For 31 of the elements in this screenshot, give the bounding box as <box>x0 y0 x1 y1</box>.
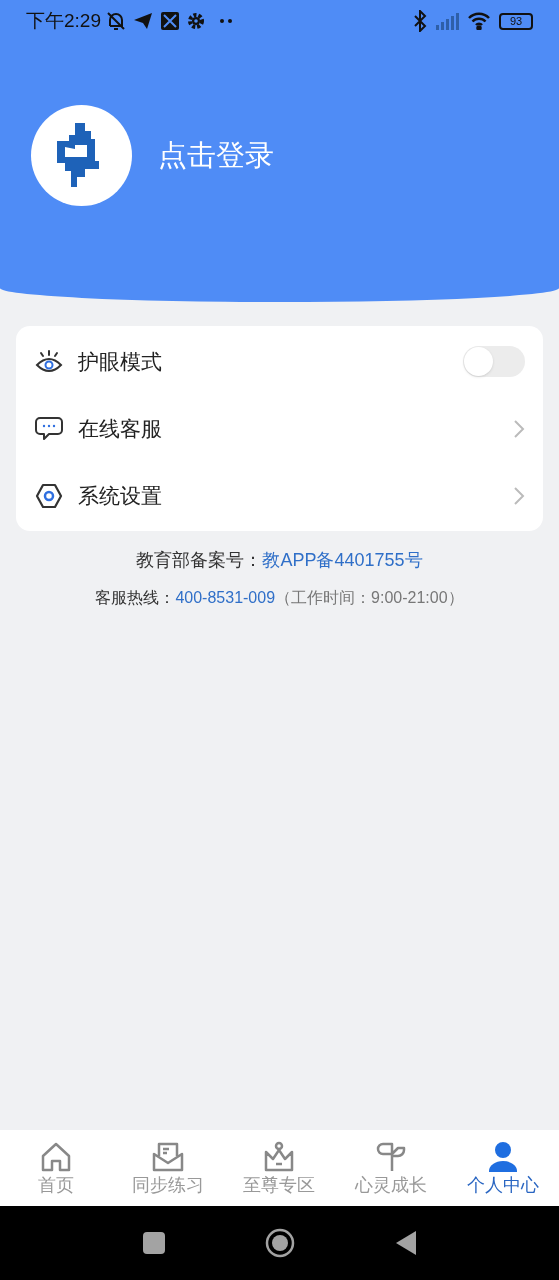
tab-item[interactable]: 同步练习 <box>111 1130 224 1206</box>
footer-link[interactable]: 教APP备4401755号 <box>262 547 423 574</box>
footer-link[interactable]: 400-8531-009 <box>175 586 276 610</box>
menu-item[interactable]: 系统设置 <box>16 462 543 529</box>
gear-icon <box>187 12 205 30</box>
menu-item[interactable]: 护眼模式 <box>16 328 543 395</box>
tab-item[interactable]: 个人中心 <box>447 1130 559 1206</box>
bluetooth-icon <box>413 10 427 32</box>
wifi-icon <box>467 12 491 30</box>
signal-icon <box>435 12 459 30</box>
status-time: 下午2:29 <box>26 8 101 33</box>
back-button[interactable] <box>394 1230 417 1256</box>
eye-care-switch[interactable] <box>463 346 525 377</box>
muted-bell-icon <box>105 10 127 32</box>
chevron-right-icon <box>513 418 525 439</box>
more-icon <box>219 18 233 24</box>
footer-note: （工作时间：9:00-21:00） <box>275 588 464 608</box>
battery-indicator: 93 <box>499 12 533 30</box>
login-link[interactable]: 点击登录 <box>158 133 274 178</box>
recents-button[interactable] <box>142 1232 165 1254</box>
send-icon <box>133 11 153 31</box>
chevron-right-icon <box>513 485 525 506</box>
tab-item[interactable]: 至尊专区 <box>223 1130 336 1206</box>
home-button[interactable] <box>264 1228 295 1258</box>
envelope-icon <box>150 1140 185 1174</box>
tab-item[interactable]: 首页 <box>0 1130 112 1206</box>
app-icon <box>161 12 179 30</box>
footer-label: 教育部备案号： <box>136 549 263 572</box>
tab-item[interactable]: 心灵成长 <box>335 1130 448 1206</box>
footer-label: 客服热线： <box>95 588 176 608</box>
menu-item[interactable]: 在线客服 <box>16 395 543 462</box>
